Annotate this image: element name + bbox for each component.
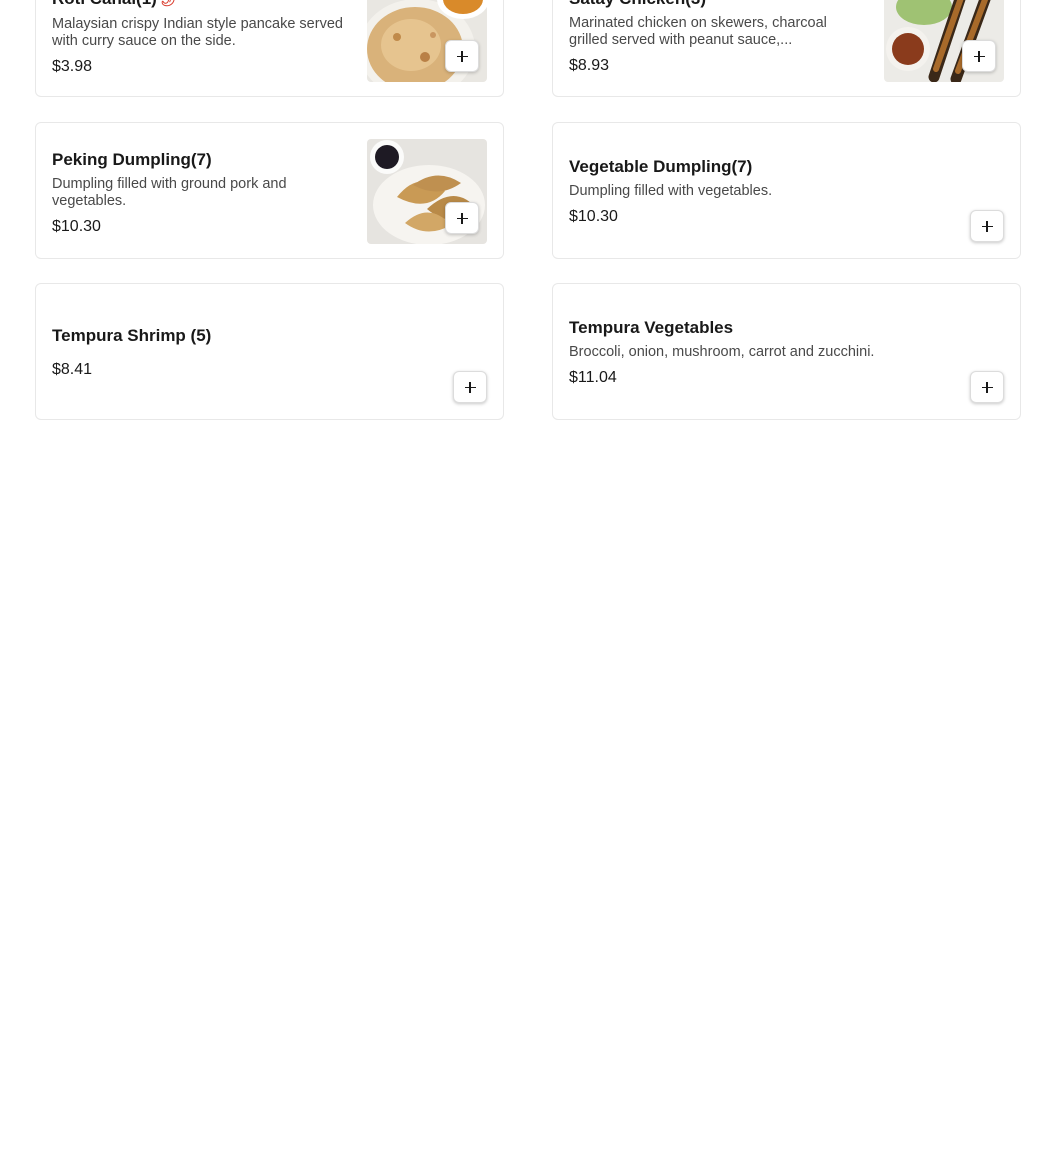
chili-pepper-icon: 🌶 xyxy=(160,0,177,7)
menu-item-card[interactable]: Roti Canai(1)🌶 Malaysian crispy Indian s… xyxy=(35,0,504,97)
menu-item-description: Marinated chicken on skewers, charcoal g… xyxy=(569,15,827,48)
menu-item-price: $10.30 xyxy=(569,208,618,225)
add-to-cart-button[interactable] xyxy=(970,371,1004,403)
plus-icon xyxy=(456,50,468,62)
plus-icon xyxy=(981,220,993,232)
menu-item-card[interactable]: Peking Dumpling(7) Dumpling filled with … xyxy=(35,122,504,259)
add-to-cart-button[interactable] xyxy=(970,210,1004,242)
menu-item-description: Broccoli, onion, mushroom, carrot and zu… xyxy=(569,344,875,360)
plus-icon xyxy=(464,381,476,393)
menu-item-title: Satay Chicken(3) xyxy=(569,0,860,9)
menu-item-card[interactable]: Satay Chicken(3) Marinated chicken on sk… xyxy=(552,0,1021,97)
menu-item-title: Vegetable Dumpling(7) xyxy=(569,157,753,176)
menu-item-description: Dumpling filled with vegetables. xyxy=(569,183,773,199)
menu-item-title: Peking Dumpling(7) xyxy=(52,150,212,169)
plus-icon xyxy=(456,212,468,224)
menu-item-card[interactable]: Tempura Vegetables Broccoli, onion, mush… xyxy=(552,283,1021,420)
menu-item-title: Roti Canai(1)🌶 xyxy=(52,0,343,10)
plus-icon xyxy=(973,50,985,62)
menu-item-description: Dumpling filled with ground pork and veg… xyxy=(52,176,287,209)
menu-item-price: $10.30 xyxy=(52,218,101,235)
menu-item-price: $8.41 xyxy=(52,361,93,378)
menu-item-price: $11.04 xyxy=(569,369,617,386)
add-to-cart-button[interactable] xyxy=(962,40,996,72)
menu-item-title: Tempura Shrimp (5) xyxy=(52,326,212,345)
add-to-cart-button[interactable] xyxy=(445,40,479,72)
plus-icon xyxy=(981,381,993,393)
add-to-cart-button[interactable] xyxy=(445,202,479,234)
menu-item-card[interactable]: Tempura Shrimp (5) $8.41 xyxy=(35,283,504,420)
menu-item-title: Tempura Vegetables xyxy=(569,318,734,337)
menu-item-price: $8.93 xyxy=(569,57,610,74)
menu-item-description: Malaysian crispy Indian style pancake se… xyxy=(52,16,343,49)
menu-item-price: $3.98 xyxy=(52,58,93,75)
menu-item-card[interactable]: Vegetable Dumpling(7) Dumpling filled wi… xyxy=(552,122,1021,259)
add-to-cart-button[interactable] xyxy=(453,371,487,403)
